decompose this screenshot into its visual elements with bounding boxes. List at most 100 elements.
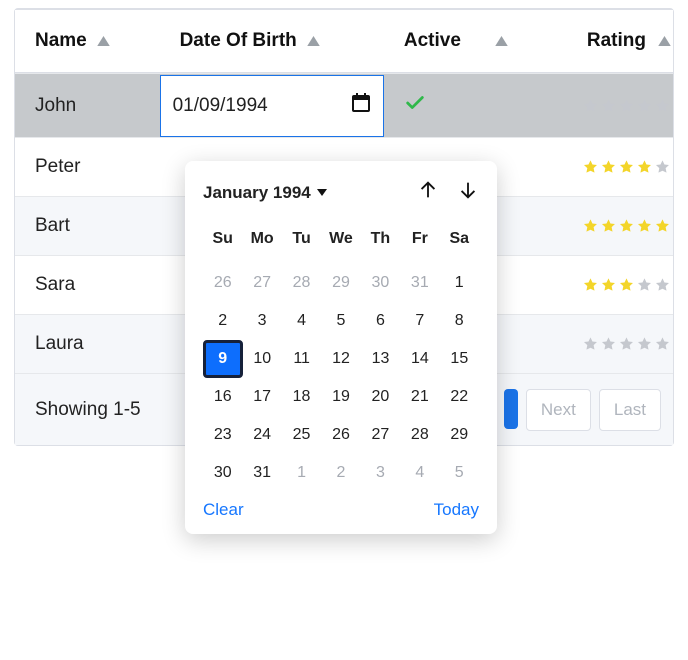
datepicker-day[interactable]: 18	[282, 378, 321, 416]
cell-active[interactable]	[384, 74, 519, 137]
calendar-icon[interactable]	[349, 91, 373, 121]
datepicker-day[interactable]: 5	[321, 302, 360, 340]
col-header-rating[interactable]: Rating	[518, 10, 673, 72]
datepicker-day[interactable]: 16	[203, 378, 242, 416]
datepicker-day[interactable]: 29	[440, 416, 479, 454]
cell-rating[interactable]	[518, 138, 673, 196]
datepicker-day[interactable]: 29	[321, 264, 360, 302]
cell-rating[interactable]	[518, 197, 673, 255]
datepicker-day[interactable]: 13	[361, 340, 400, 378]
datepicker-day[interactable]: 3	[361, 454, 400, 492]
datepicker-day[interactable]: 28	[400, 416, 439, 454]
datepicker-day[interactable]: 31	[400, 264, 439, 302]
datepicker-day[interactable]: 4	[282, 302, 321, 340]
datepicker-day[interactable]: 6	[361, 302, 400, 340]
star-icon	[600, 159, 617, 175]
cell-name[interactable]: Bart	[15, 197, 160, 255]
caret-down-icon	[317, 189, 327, 196]
sort-asc-icon	[658, 36, 671, 46]
datepicker-next-month[interactable]	[457, 179, 479, 206]
dow-label: Su	[203, 220, 242, 258]
datepicker-day[interactable]: 27	[242, 264, 281, 302]
datepicker-day[interactable]: 31	[242, 454, 281, 492]
rating-stars[interactable]	[582, 98, 671, 114]
star-icon	[582, 159, 599, 175]
datepicker-day[interactable]: 7	[400, 302, 439, 340]
rating-stars[interactable]	[582, 336, 671, 352]
star-icon	[654, 98, 671, 114]
cell-rating[interactable]	[518, 256, 673, 314]
datepicker-day[interactable]: 20	[361, 378, 400, 416]
star-icon	[636, 98, 653, 114]
pager-next-button[interactable]: Next	[526, 389, 591, 431]
col-header-dob[interactable]: Date Of Birth	[160, 10, 384, 72]
star-icon	[654, 159, 671, 175]
datepicker-day[interactable]: 24	[242, 416, 281, 454]
star-icon	[636, 336, 653, 352]
datepicker-day[interactable]: 25	[282, 416, 321, 454]
col-header-name[interactable]: Name	[15, 10, 160, 72]
datepicker-day[interactable]: 27	[361, 416, 400, 454]
col-header-active[interactable]: Active	[384, 10, 519, 72]
datepicker-day[interactable]: 12	[321, 340, 360, 378]
cell-dob[interactable]: 01/09/1994	[160, 74, 384, 137]
rating-stars[interactable]	[582, 159, 671, 175]
pager-status: Showing 1-5	[35, 399, 141, 421]
datepicker-day[interactable]: 30	[203, 454, 242, 492]
cell-rating[interactable]	[518, 315, 673, 373]
sort-asc-icon	[97, 36, 110, 46]
star-icon	[636, 159, 653, 175]
cell-rating[interactable]	[518, 74, 673, 137]
star-icon	[654, 218, 671, 234]
datepicker-day[interactable]: 26	[321, 416, 360, 454]
dow-label: Th	[361, 220, 400, 258]
star-icon	[600, 336, 617, 352]
datepicker-day[interactable]: 17	[242, 378, 281, 416]
datepicker-day[interactable]: 3	[242, 302, 281, 340]
dob-value: 01/09/1994	[173, 95, 268, 117]
datepicker-day[interactable]: 28	[282, 264, 321, 302]
cell-name[interactable]: Peter	[15, 138, 160, 196]
datepicker-prev-month[interactable]	[417, 179, 439, 206]
datepicker-day[interactable]: 19	[321, 378, 360, 416]
star-icon	[582, 218, 599, 234]
cell-name[interactable]: Laura	[15, 315, 160, 373]
datepicker-day[interactable]: 4	[400, 454, 439, 492]
star-icon	[600, 277, 617, 293]
datepicker-clear-button[interactable]: Clear	[203, 500, 244, 520]
datepicker-day[interactable]: 21	[400, 378, 439, 416]
cell-name[interactable]: Sara	[15, 256, 160, 314]
datepicker-day[interactable]: 1	[282, 454, 321, 492]
col-header-label: Rating	[587, 30, 646, 52]
datepicker-day[interactable]: 26	[203, 264, 242, 302]
datepicker-day[interactable]: 9	[203, 340, 243, 378]
dob-date-input[interactable]: 01/09/1994	[160, 75, 384, 137]
dow-label: Fr	[400, 220, 439, 258]
table-row[interactable]: John 01/09/1994	[15, 73, 673, 137]
datepicker-day[interactable]: 2	[321, 454, 360, 492]
pager-last-button[interactable]: Last	[599, 389, 661, 431]
star-icon	[618, 336, 635, 352]
datepicker-day[interactable]: 22	[440, 378, 479, 416]
star-icon	[618, 159, 635, 175]
pager-controls: Next Last	[504, 389, 661, 431]
star-icon	[654, 277, 671, 293]
col-header-label: Name	[35, 30, 87, 52]
star-icon	[618, 98, 635, 114]
datepicker-day[interactable]: 14	[400, 340, 439, 378]
check-icon	[404, 92, 426, 119]
datepicker-today-button[interactable]: Today	[434, 500, 479, 520]
datepicker-day[interactable]: 10	[243, 340, 282, 378]
datepicker-day[interactable]: 15	[440, 340, 479, 378]
datepicker-day[interactable]: 23	[203, 416, 242, 454]
rating-stars[interactable]	[582, 277, 671, 293]
datepicker-month-button[interactable]: January 1994	[203, 183, 327, 203]
datepicker-day[interactable]: 2	[203, 302, 242, 340]
cell-name[interactable]: John	[15, 74, 160, 137]
datepicker-day[interactable]: 1	[440, 264, 479, 302]
datepicker-day[interactable]: 5	[440, 454, 479, 492]
datepicker-day[interactable]: 8	[440, 302, 479, 340]
datepicker-day[interactable]: 11	[282, 340, 321, 378]
datepicker-day[interactable]: 30	[361, 264, 400, 302]
rating-stars[interactable]	[582, 218, 671, 234]
